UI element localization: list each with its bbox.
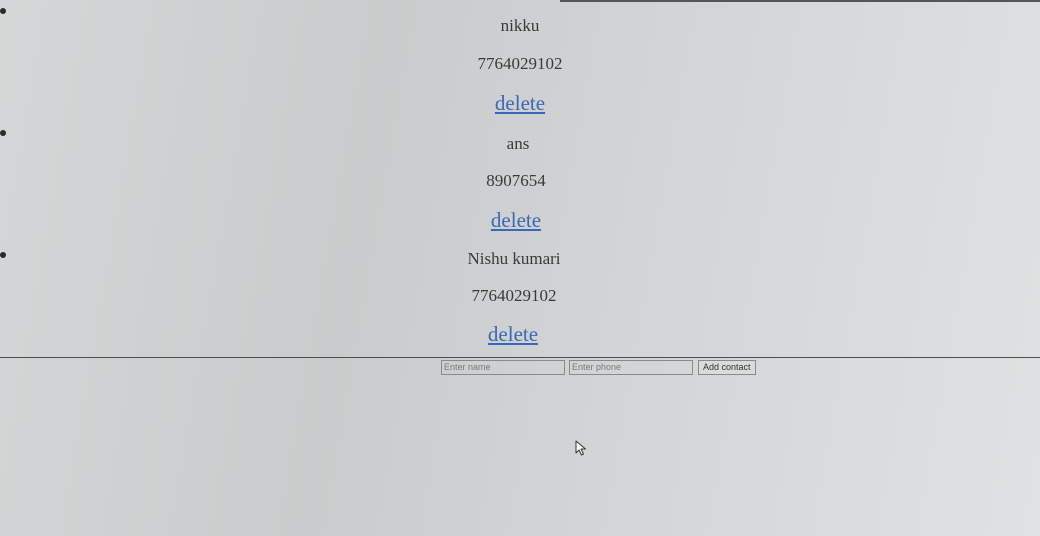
- contact-name: nikku: [500, 16, 540, 35]
- delete-link[interactable]: delete: [491, 208, 541, 232]
- delete-link[interactable]: delete: [495, 91, 545, 115]
- mouse-cursor-icon: [575, 440, 586, 456]
- contact-phone: 8907654: [486, 171, 546, 190]
- add-contact-form: Add contact: [441, 359, 756, 375]
- contact-phone: 7764029102: [471, 286, 557, 305]
- bullet-icon: [0, 8, 6, 14]
- contact-name: Nishu kumari: [467, 249, 561, 268]
- delete-link[interactable]: delete: [488, 322, 538, 346]
- contact-phone: 7764029102: [477, 54, 563, 73]
- contact-list: nikku 7764029102 delete ans 8907654 dele…: [0, 0, 1040, 356]
- divider: [0, 357, 1040, 358]
- add-contact-button[interactable]: Add contact: [698, 359, 756, 375]
- name-input[interactable]: [441, 359, 565, 375]
- phone-input[interactable]: [569, 359, 693, 375]
- contact-name: ans: [506, 134, 530, 153]
